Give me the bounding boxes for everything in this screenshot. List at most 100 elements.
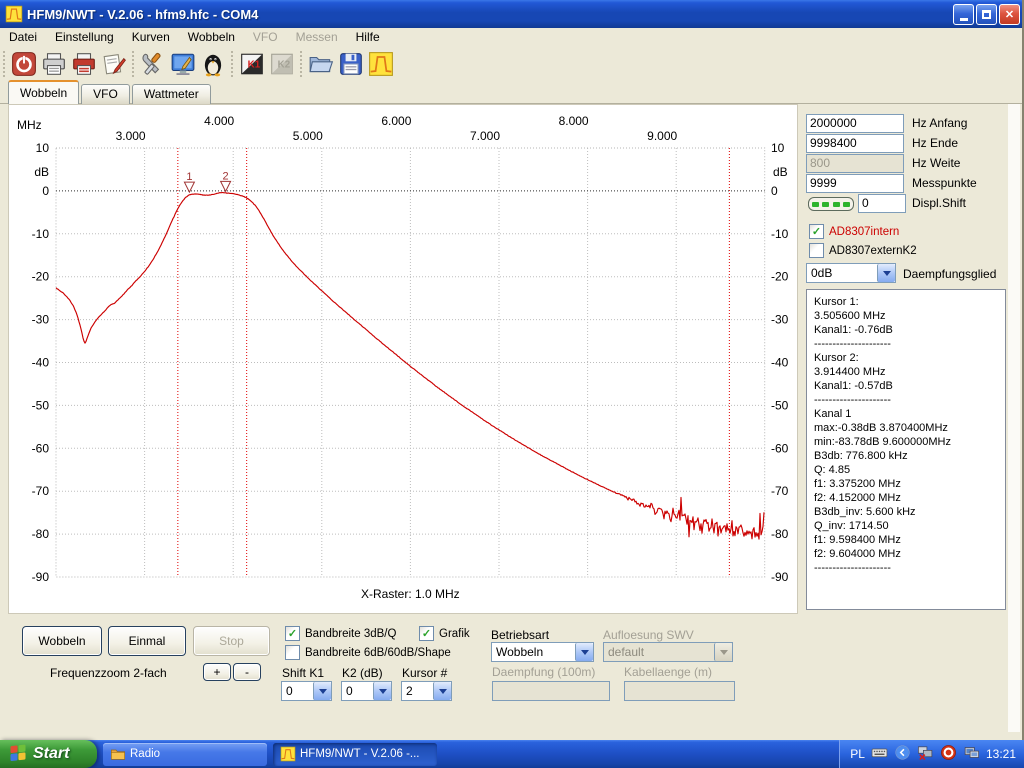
displ-shift-indicator bbox=[808, 197, 854, 211]
tray-slot-keyboard[interactable] bbox=[871, 744, 888, 764]
svg-text:K1: K1 bbox=[248, 59, 261, 70]
checkbox-box bbox=[285, 645, 300, 660]
toolbar-button-penguin[interactable] bbox=[198, 49, 228, 79]
start-label: Start bbox=[33, 745, 69, 763]
save-icon bbox=[338, 51, 364, 77]
svg-text:MHz: MHz bbox=[17, 118, 42, 132]
keyboard-icon bbox=[871, 744, 888, 761]
minimize-button[interactable] bbox=[953, 4, 974, 25]
menu-einstellung[interactable]: Einstellung bbox=[46, 29, 123, 45]
toolbar-separator bbox=[298, 51, 305, 77]
field-messpunkte[interactable]: 9999 bbox=[806, 174, 904, 193]
window-controls: ✕ bbox=[953, 4, 1020, 25]
chevron-down-icon bbox=[714, 643, 732, 661]
toolbar-button-print-red[interactable] bbox=[69, 49, 99, 79]
toolbar-button-app-curve[interactable] bbox=[366, 49, 396, 79]
folder-icon bbox=[110, 746, 126, 762]
chart-panel[interactable]: MHz3.0004.0005.0006.0007.0008.0009.000dB… bbox=[8, 104, 798, 614]
tray-slot-red-o[interactable] bbox=[940, 744, 957, 764]
menu-vfo[interactable]: VFO bbox=[244, 29, 287, 45]
kursor-select[interactable]: 2 bbox=[401, 681, 452, 701]
edit-notes-icon bbox=[101, 51, 127, 77]
toolbar-button-print[interactable] bbox=[39, 49, 69, 79]
close-button[interactable]: ✕ bbox=[999, 4, 1020, 25]
win-flag-icon bbox=[8, 743, 28, 763]
shift-k1-select[interactable]: 0 bbox=[281, 681, 332, 701]
toolbar-button-edit-notes[interactable] bbox=[99, 49, 129, 79]
titlebar[interactable]: HFM9/NWT - V.2.06 - hfm9.hfc - COM4 ✕ bbox=[0, 0, 1024, 28]
svg-text:K2: K2 bbox=[278, 59, 291, 70]
tab-page-edge bbox=[1008, 104, 1020, 732]
checkbox-bandbreite-6db-60db-shape[interactable]: Bandbreite 6dB/60dB/Shape bbox=[285, 645, 451, 660]
checkbox-label: AD8307externK2 bbox=[829, 245, 917, 257]
toolbar-button-folder-open[interactable] bbox=[306, 49, 336, 79]
betriebsart-select-value: Wobbeln bbox=[492, 645, 575, 659]
checkbox-grafik[interactable]: ✓Grafik bbox=[419, 626, 470, 641]
label-hz-ende: Hz Ende bbox=[912, 136, 958, 150]
menu-wobbeln[interactable]: Wobbeln bbox=[179, 29, 244, 45]
tray-slot-monitors[interactable] bbox=[963, 744, 980, 764]
tray-slot-net-x[interactable] bbox=[917, 744, 934, 764]
toolbar-button-save[interactable] bbox=[336, 49, 366, 79]
einmal-button[interactable]: Einmal bbox=[108, 626, 186, 656]
svg-text:-60: -60 bbox=[32, 441, 50, 455]
toolbar-button-tools[interactable] bbox=[138, 49, 168, 79]
toolbar-button-k2-book[interactable]: K2 bbox=[267, 49, 297, 79]
label-daempfungsglied: Daempfungsglied bbox=[903, 267, 996, 281]
toolbar-button-k1-book[interactable]: K1 bbox=[237, 49, 267, 79]
language-indicator[interactable]: PL bbox=[850, 747, 865, 761]
field-hz-anfang[interactable]: 2000000 bbox=[806, 114, 904, 133]
label-kursor: Kursor # bbox=[402, 666, 447, 680]
k2-db-select[interactable]: 0 bbox=[341, 681, 392, 701]
menu-messen[interactable]: Messen bbox=[287, 29, 347, 45]
tab-wattmeter[interactable]: Wattmeter bbox=[132, 84, 211, 104]
start-button[interactable]: Start bbox=[0, 740, 97, 768]
svg-text:-10: -10 bbox=[771, 227, 789, 241]
svg-text:-30: -30 bbox=[771, 313, 789, 327]
tools-icon bbox=[140, 51, 166, 77]
field-hz-ende[interactable]: 9998400 bbox=[806, 134, 904, 153]
attenuator-select[interactable]: 0dB bbox=[806, 263, 896, 283]
frequenzzoom-label: Frequenzzoom 2-fach bbox=[50, 666, 167, 680]
taskbar-task-radio[interactable]: Radio bbox=[103, 743, 267, 766]
toolbar-button-power[interactable] bbox=[9, 49, 39, 79]
toolbar-separator bbox=[1, 51, 8, 77]
label-kabellaenge: Kabellaenge (m) bbox=[624, 665, 712, 679]
taskbar-task-hfm9-nwt-v-2-06[interactable]: HFM9/NWT - V.2.06 -... bbox=[273, 743, 437, 766]
betriebsart-select[interactable]: Wobbeln bbox=[491, 642, 594, 662]
attenuator-select-value: 0dB bbox=[807, 266, 877, 280]
label-displ-shift: Displ.Shift bbox=[912, 196, 966, 210]
maximize-button[interactable] bbox=[976, 4, 997, 25]
checkbox-ad8307intern[interactable]: ✓AD8307intern bbox=[809, 224, 899, 239]
svg-text:2: 2 bbox=[223, 170, 229, 182]
chevron-down-icon bbox=[433, 682, 451, 700]
menu-datei[interactable]: Datei bbox=[0, 29, 46, 45]
menu-hilfe[interactable]: Hilfe bbox=[347, 29, 389, 45]
tab-wobbeln[interactable]: Wobbeln bbox=[8, 80, 79, 104]
checkbox-bandbreite-3db-q[interactable]: ✓Bandbreite 3dB/Q bbox=[285, 626, 396, 641]
tray-slot-chevron[interactable] bbox=[894, 744, 911, 764]
svg-text:0: 0 bbox=[42, 184, 49, 198]
zoom-out-button[interactable]: - bbox=[233, 663, 261, 681]
app-curve-icon bbox=[5, 5, 23, 23]
tab-vfo[interactable]: VFO bbox=[81, 84, 130, 104]
clock: 13:21 bbox=[986, 747, 1016, 761]
power-icon bbox=[11, 51, 37, 77]
checkbox-ad8307externk2[interactable]: AD8307externK2 bbox=[809, 243, 917, 258]
menu-kurven[interactable]: Kurven bbox=[123, 29, 179, 45]
displ-shift-input[interactable]: 0 bbox=[858, 194, 906, 213]
checkbox-label: Bandbreite 6dB/60dB/Shape bbox=[305, 647, 451, 659]
stop-button: Stop bbox=[193, 626, 270, 656]
app-icon bbox=[5, 5, 23, 23]
window-title: HFM9/NWT - V.2.06 - hfm9.hfc - COM4 bbox=[27, 7, 258, 22]
svg-text:1: 1 bbox=[186, 171, 192, 183]
svg-text:-80: -80 bbox=[32, 527, 50, 541]
shift-k1-select-value: 0 bbox=[282, 684, 313, 698]
wobbeln-button[interactable]: Wobbeln bbox=[22, 626, 102, 656]
svg-text:5.000: 5.000 bbox=[293, 129, 323, 143]
svg-text:-60: -60 bbox=[771, 441, 789, 455]
toolbar-button-display-settings[interactable] bbox=[168, 49, 198, 79]
svg-text:-40: -40 bbox=[32, 356, 50, 370]
windows-logo-icon bbox=[8, 743, 28, 766]
zoom-in-button[interactable]: + bbox=[203, 663, 231, 681]
